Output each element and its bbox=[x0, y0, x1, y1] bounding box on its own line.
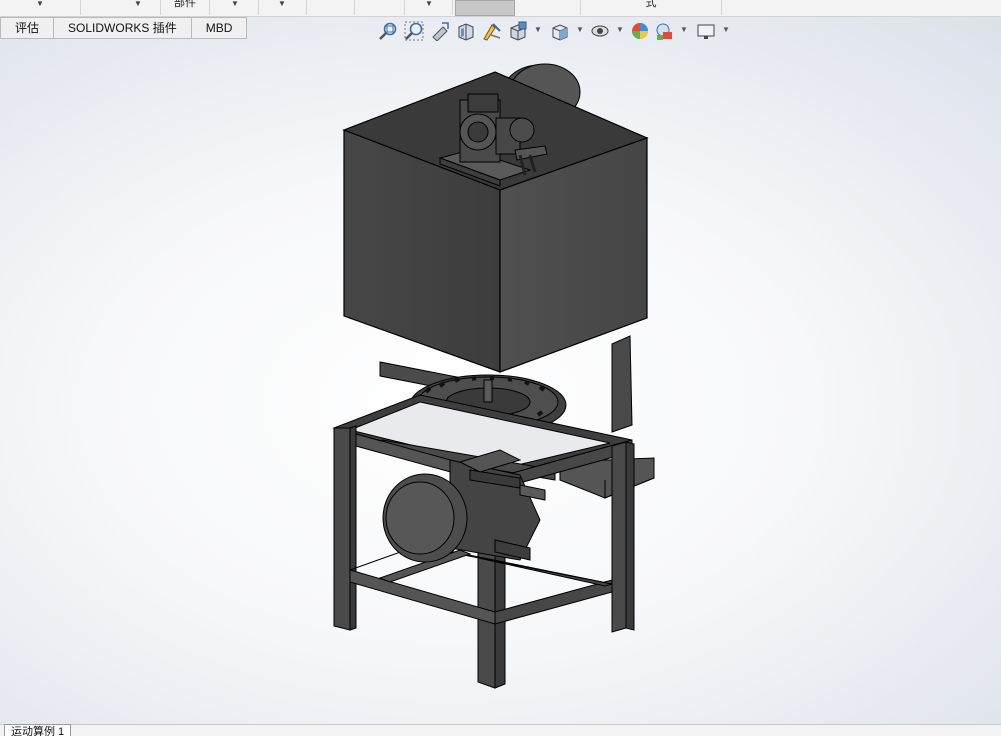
tab-motion-study-1[interactable]: 运动算例 1 bbox=[4, 724, 72, 736]
model-assembly[interactable] bbox=[0, 0, 1001, 735]
bottom-tab-strip bbox=[0, 724, 1001, 736]
